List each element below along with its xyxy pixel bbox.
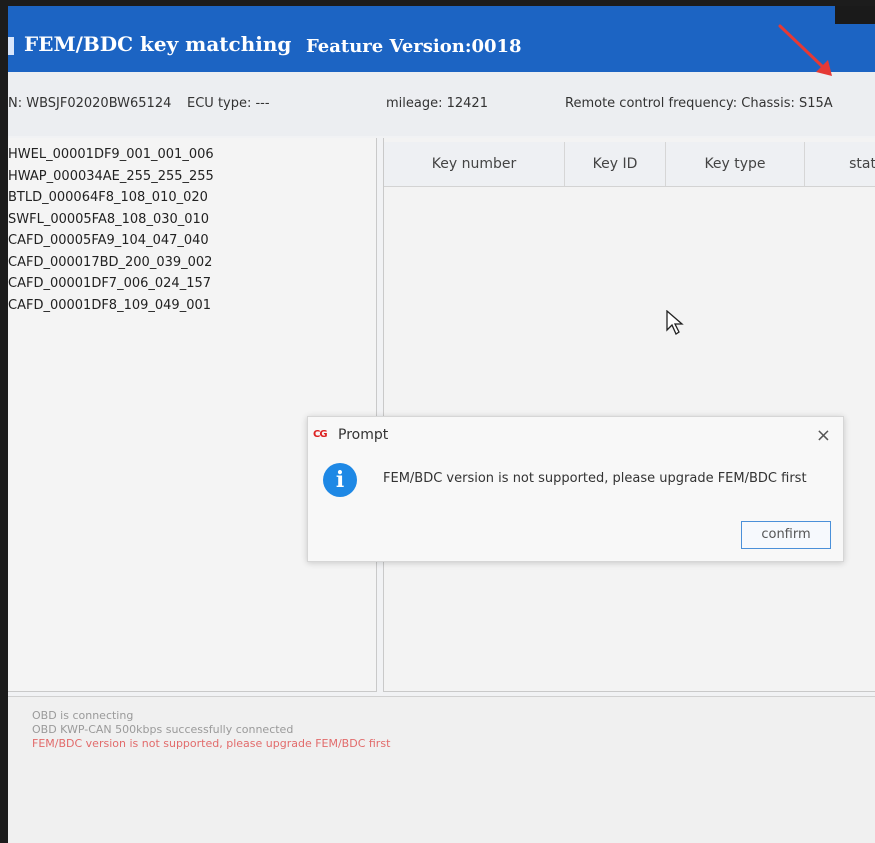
module-item[interactable]: BTLD_000064F8_108_010_020 (8, 187, 214, 209)
log-line: OBD is connecting (32, 709, 134, 722)
mouse-pointer-icon (666, 310, 684, 335)
module-item[interactable]: SWFL_00005FA8_108_030_010 (8, 209, 214, 231)
info-icon: i (323, 463, 357, 497)
module-item[interactable]: CAFD_00001DF8_109_049_001 (8, 295, 214, 317)
key-table[interactable]: Key number Key ID Key type stat (383, 138, 875, 692)
vehicle-info-bar: N: WBSJF02020BW65124 ECU type: --- milea… (8, 72, 875, 136)
module-item[interactable]: HWEL_00001DF9_001_001_006 (8, 144, 214, 166)
column-header-key-number[interactable]: Key number (384, 142, 565, 186)
module-list: HWEL_00001DF9_001_001_006 HWAP_000034AE_… (8, 144, 214, 316)
app-window: FEM/BDC key matching Feature Version:001… (8, 6, 875, 843)
ecu-type-label: ECU type: --- (187, 96, 270, 111)
column-header-status[interactable]: stat (805, 142, 875, 186)
app-logo-icon: CG (313, 429, 328, 440)
module-list-panel[interactable]: HWEL_00001DF9_001_001_006 HWAP_000034AE_… (8, 138, 377, 692)
log-line: FEM/BDC version is not supported, please… (32, 737, 391, 750)
window-title: FEM/BDC key matching (24, 32, 292, 56)
module-item[interactable]: HWAP_000034AE_255_255_255 (8, 166, 214, 188)
close-icon[interactable]: × (816, 425, 831, 446)
confirm-button[interactable]: confirm (741, 521, 831, 549)
remote-frequency-label: Remote control frequency: Chassis: S15A (565, 96, 833, 111)
module-item[interactable]: CAFD_000017BD_200_039_002 (8, 252, 214, 274)
dialog-title: Prompt (338, 427, 389, 443)
log-panel[interactable]: OBD is connecting OBD KWP-CAN 500kbps su… (8, 696, 875, 843)
app-icon (8, 37, 14, 55)
prompt-dialog: CG Prompt × i FEM/BDC version is not sup… (307, 416, 844, 562)
column-header-key-type[interactable]: Key type (666, 142, 805, 186)
screen-bezel (835, 6, 875, 24)
column-header-key-id[interactable]: Key ID (565, 142, 666, 186)
dialog-message: FEM/BDC version is not supported, please… (383, 471, 807, 486)
module-item[interactable]: CAFD_00005FA9_104_047_040 (8, 230, 214, 252)
key-table-header: Key number Key ID Key type stat (384, 142, 875, 187)
mileage-label: mileage: 12421 (386, 96, 488, 111)
vin-label: N: WBSJF02020BW65124 (8, 96, 172, 111)
log-line: OBD KWP-CAN 500kbps successfully connect… (32, 723, 294, 736)
feature-version: Feature Version:0018 (306, 36, 522, 57)
module-item[interactable]: CAFD_00001DF7_006_024_157 (8, 273, 214, 295)
title-bar: FEM/BDC key matching Feature Version:001… (8, 6, 875, 72)
